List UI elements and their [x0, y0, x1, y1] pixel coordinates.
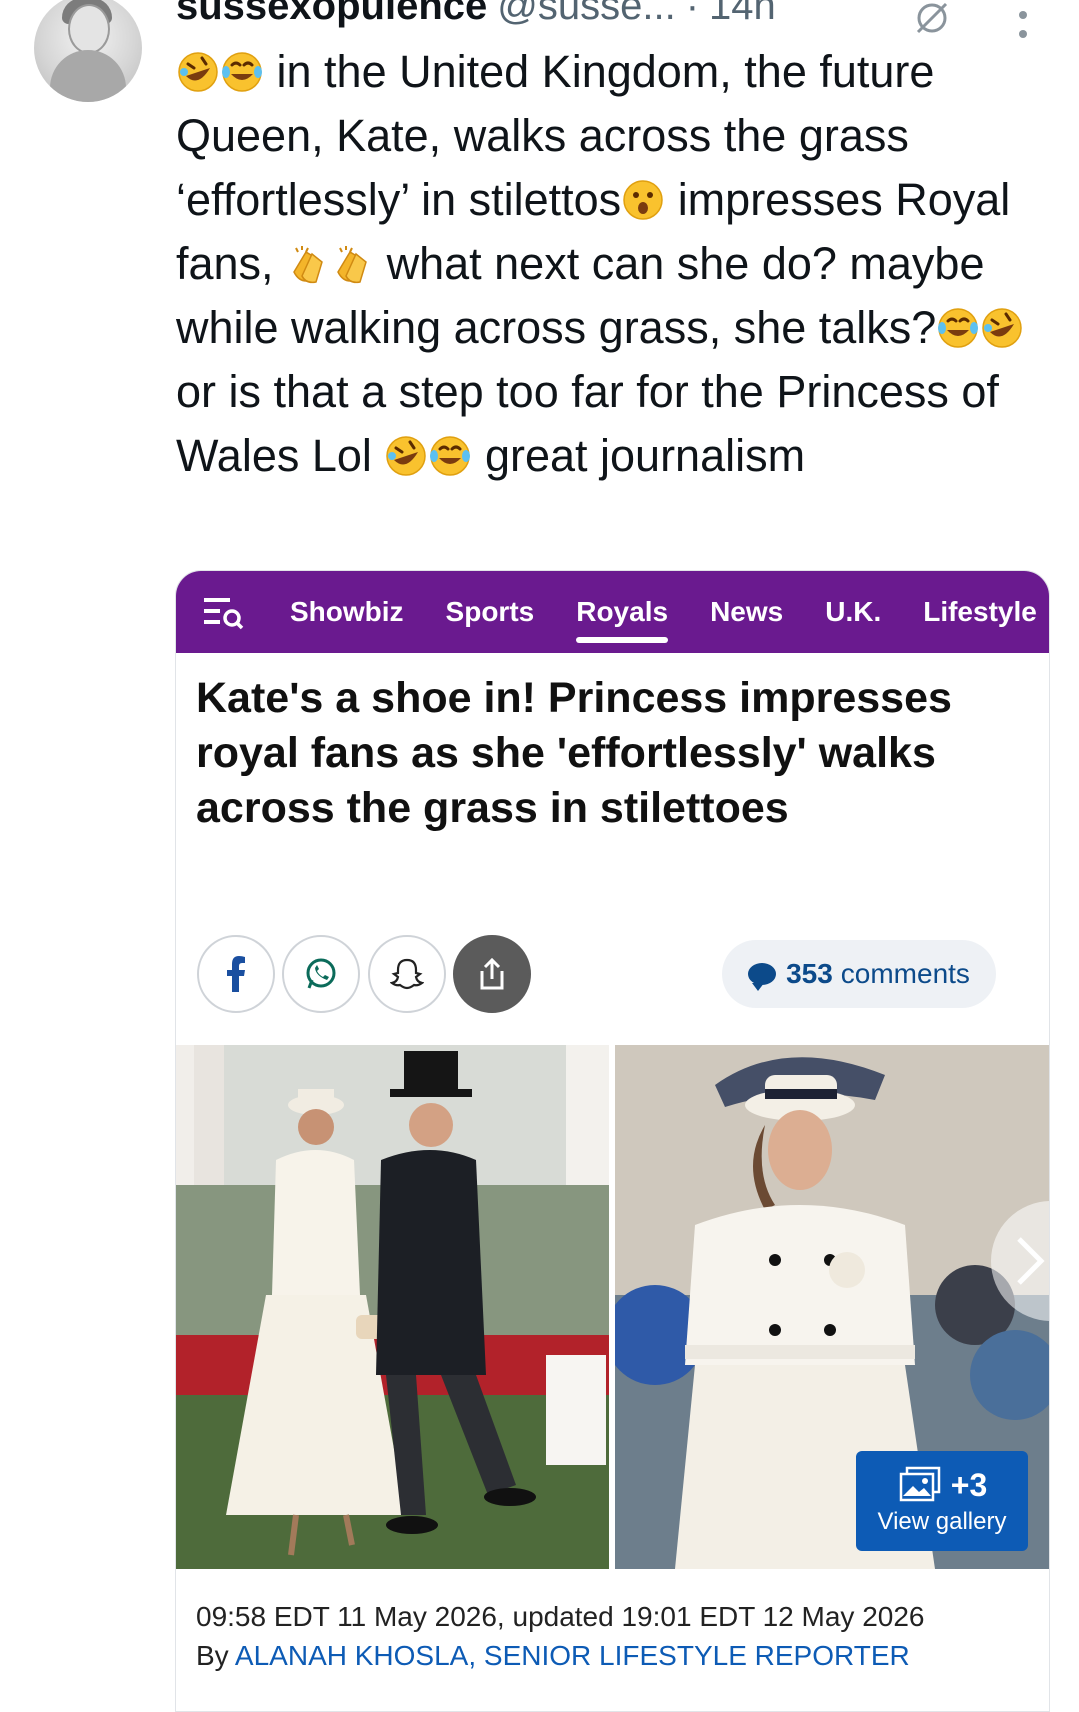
tweet-text: in the United Kingdom, the future Queen,… [176, 40, 1056, 488]
article-byline: By ALANAH KHOSLA, SENIOR LIFESTYLE REPOR… [196, 1640, 910, 1672]
article-dateline: 09:58 EDT 11 May 2026, updated 19:01 EDT… [196, 1601, 925, 1632]
header-separator: · [685, 0, 700, 28]
comments-label: comments [840, 958, 970, 989]
article-headline[interactable]: Kate's a shoe in! Princess impresses roy… [196, 671, 1026, 836]
comment-bubble-icon [748, 963, 777, 991]
view-gallery-button[interactable]: +3 View gallery [856, 1451, 1028, 1551]
gallery-icon [899, 1466, 940, 1502]
share-icon [480, 957, 504, 990]
author-link[interactable]: ALANAH KHOSLA, SENIOR LIFESTYLE REPORTER [235, 1640, 910, 1671]
facebook-icon [227, 956, 245, 992]
astonished-face-icon [621, 178, 665, 222]
tears-of-joy-icon [220, 50, 264, 94]
article-navbar: Showbiz Sports Royals News U.K. Lifestyl… [176, 571, 1049, 653]
tweet-header: sussexopulence @susse... · 14h [176, 0, 776, 34]
share-button[interactable] [453, 935, 531, 1013]
snapchat-share-button[interactable] [368, 935, 446, 1013]
article-card[interactable]: Showbiz Sports Royals News U.K. Lifestyl… [175, 570, 1050, 1712]
nav-item-uk[interactable]: U.K. [825, 571, 881, 653]
nav-item-news[interactable]: News [710, 571, 783, 653]
clapping-hands-icon [330, 242, 374, 286]
tweet-time[interactable]: 14h [709, 0, 776, 29]
article-photo-left[interactable] [176, 1045, 609, 1569]
whatsapp-icon [306, 958, 336, 989]
gallery-extra-count: +3 [950, 1466, 988, 1503]
snapchat-icon [390, 958, 424, 990]
photo-left-illustration [176, 1045, 609, 1569]
nav-item-showbiz[interactable]: Showbiz [290, 571, 404, 653]
tears-of-joy-icon [428, 434, 472, 478]
whatsapp-share-button[interactable] [282, 935, 360, 1013]
rolling-on-floor-laughing-icon [176, 50, 220, 94]
tears-of-joy-icon [936, 306, 980, 350]
facebook-share-button[interactable] [197, 935, 275, 1013]
avatar[interactable] [34, 0, 142, 102]
avatar-face [68, 4, 110, 54]
more-options-icon[interactable] [1016, 0, 1030, 38]
display-name[interactable]: sussexopulence [176, 0, 487, 29]
menu-search-icon[interactable] [202, 592, 244, 632]
clapping-hands-icon [286, 242, 330, 286]
byline-prefix: By [196, 1640, 229, 1671]
grok-icon[interactable] [912, 0, 952, 38]
nav-item-sports[interactable]: Sports [446, 571, 535, 653]
comments-count: 353 [786, 958, 833, 989]
nav-item-royals[interactable]: Royals [576, 571, 668, 653]
gallery-count: +3 [897, 1466, 987, 1504]
chevron-right-icon [1017, 1237, 1045, 1285]
gallery-label: View gallery [877, 1508, 1007, 1535]
avatar-body [50, 50, 126, 102]
user-handle[interactable]: @susse... [497, 0, 675, 29]
nav-item-lifestyle[interactable]: Lifestyle [923, 571, 1037, 653]
rolling-on-floor-laughing-icon [384, 434, 428, 478]
tweet-text-part-5: great journalism [484, 430, 806, 481]
comments-button[interactable]: 353 comments [722, 940, 996, 1008]
rolling-on-floor-laughing-icon [980, 306, 1024, 350]
